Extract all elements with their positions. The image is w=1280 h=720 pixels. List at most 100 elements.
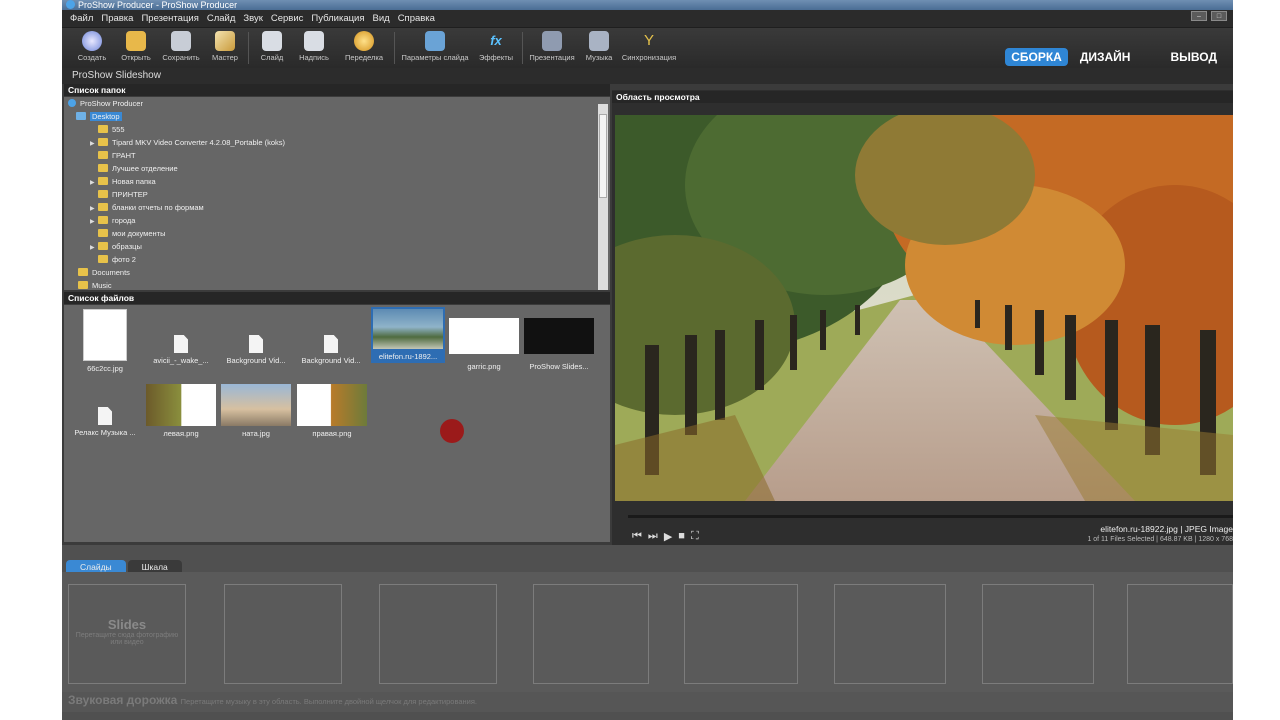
caption-label: Надпись <box>299 53 329 62</box>
maximize-icon[interactable]: □ <box>1211 11 1227 21</box>
preview-header: Область просмотра <box>612 91 1233 103</box>
menu-view[interactable]: Вид <box>373 13 390 24</box>
expand-arrow-icon[interactable]: ▶ <box>90 216 98 228</box>
toolbar-separator <box>248 32 249 64</box>
file-item[interactable]: Background Vid... <box>294 335 368 365</box>
app-window: ProShow Producer - ProShow Producer Файл… <box>62 0 1233 720</box>
file-item[interactable]: garric.png <box>447 318 521 371</box>
folder-item[interactable]: Documents <box>78 267 130 279</box>
folder-label: города <box>112 216 136 225</box>
show-options-button[interactable]: Презентация <box>528 31 576 62</box>
fullscreen-icon[interactable]: ⛶ <box>691 530 699 543</box>
preview-timeline-slider[interactable] <box>628 515 1233 518</box>
file-item[interactable]: Релакс Музыка ... <box>68 407 142 437</box>
open-label: Открыть <box>121 53 151 62</box>
window-controls: – □ <box>1191 11 1227 21</box>
expand-arrow-icon[interactable]: ▶ <box>90 177 98 189</box>
file-thumbnail <box>221 384 291 426</box>
folder-item[interactable]: ▶ бланки отчеты по формам <box>90 202 204 214</box>
soundtrack-title: Звуковая дорожка <box>68 693 178 707</box>
folder-label: Новая папка <box>112 177 156 186</box>
soundtrack-area[interactable]: Звуковая дорожка Перетащите музыку в эту… <box>62 692 1233 712</box>
folder-scrollbar[interactable] <box>598 104 608 290</box>
play-icon[interactable]: ▶ <box>664 530 672 543</box>
toolbar-separator <box>522 32 523 64</box>
file-label: ProShow Slides... <box>529 362 589 371</box>
save-button[interactable]: Сохранить <box>160 31 202 62</box>
folder-item[interactable]: ▶ Новая папка <box>90 176 156 188</box>
mode-publish-button[interactable]: ВЫВОД <box>1164 48 1223 66</box>
mode-build-button[interactable]: СБОРКА <box>1005 48 1068 66</box>
menu-slide[interactable]: Слайд <box>207 13 236 24</box>
folder-item[interactable]: ▶ города <box>90 215 135 227</box>
skip-back-icon[interactable]: ⏮ <box>632 530 642 543</box>
slide-slot[interactable] <box>1127 584 1233 684</box>
add-slide-button[interactable]: Слайд <box>256 31 288 62</box>
slide-slot[interactable] <box>982 584 1094 684</box>
file-item[interactable]: ната.jpg <box>219 384 293 438</box>
file-item[interactable]: левая.png <box>144 384 218 438</box>
slide-slot[interactable] <box>224 584 342 684</box>
file-item[interactable]: правая.png <box>295 384 369 438</box>
file-label: Релакс Музыка ... <box>74 428 136 437</box>
folder-item[interactable]: ПРИНТЕР <box>90 189 148 201</box>
menu-audio[interactable]: Звук <box>243 13 262 24</box>
transition-button[interactable]: Переделка <box>342 31 386 62</box>
slide-slot[interactable] <box>684 584 798 684</box>
folder-label: Desktop <box>90 112 122 121</box>
music-button[interactable]: Музыка <box>584 31 614 62</box>
folder-item[interactable]: Music <box>78 280 112 290</box>
menu-edit[interactable]: Правка <box>101 13 133 24</box>
menu-tools[interactable]: Сервис <box>271 13 304 24</box>
folder-open-icon <box>126 31 146 51</box>
folder-label: Лучшее отделение <box>112 164 178 173</box>
slide-slot[interactable] <box>834 584 946 684</box>
expand-arrow-icon[interactable]: ▶ <box>90 138 98 150</box>
slide-options-button[interactable]: Параметры слайда <box>400 31 470 62</box>
mode-design-button[interactable]: ДИЗАЙН <box>1074 48 1137 66</box>
slide-slot[interactable] <box>533 584 649 684</box>
folder-desktop[interactable]: Desktop <box>76 111 122 123</box>
folder-item[interactable]: фото 2 <box>90 254 136 266</box>
caption-button[interactable]: Надпись <box>296 31 332 62</box>
create-button[interactable]: Создать <box>74 31 110 62</box>
menu-file[interactable]: Файл <box>70 13 93 24</box>
folder-label: образцы <box>112 242 142 251</box>
skip-forward-icon[interactable]: ⏭ <box>648 530 658 543</box>
file-thumbnail <box>524 318 594 354</box>
file-item[interactable]: avicii_-_wake_... <box>144 335 218 365</box>
menu-publish[interactable]: Публикация <box>311 13 364 24</box>
file-item[interactable]: 66c2cc.jpg <box>68 309 142 373</box>
folder-item[interactable]: ▶ Tipard MKV Video Converter 4.2.08_Porta… <box>90 137 285 149</box>
menu-show[interactable]: Презентация <box>141 13 198 24</box>
folder-icon <box>98 177 108 185</box>
slide-slot[interactable] <box>379 584 497 684</box>
slide-slot-empty[interactable]: Slides Перетащите сюда фотографию или ви… <box>68 584 186 684</box>
scrollbar-thumb[interactable] <box>599 114 607 198</box>
file-thumbnail <box>83 309 127 361</box>
sync-button[interactable]: Y Синхронизация <box>620 31 678 62</box>
file-label: garric.png <box>467 362 501 371</box>
folder-item[interactable]: мои документы <box>90 228 165 240</box>
wizard-button[interactable]: Мастер <box>208 31 242 62</box>
caption-icon <box>304 31 324 51</box>
minimize-icon[interactable]: – <box>1191 11 1207 21</box>
folder-item[interactable]: ▶ образцы <box>90 241 142 253</box>
show-label: Презентация <box>529 53 575 62</box>
stop-icon[interactable]: ■ <box>678 530 685 543</box>
file-list-header: Список файлов <box>64 292 610 304</box>
file-item[interactable]: Background Vid... <box>219 335 293 365</box>
folder-item[interactable]: Лучшее отделение <box>90 163 178 175</box>
expand-arrow-icon[interactable]: ▶ <box>90 242 98 254</box>
menu-help[interactable]: Справка <box>398 13 435 24</box>
folder-item[interactable]: ГРАНТ <box>90 150 136 162</box>
folder-item[interactable]: 555 <box>90 124 125 136</box>
effects-button[interactable]: fx Эффекты <box>478 31 514 62</box>
file-item-selected[interactable]: elitefon.ru-1892... <box>371 307 445 363</box>
effects-label: Эффекты <box>478 53 514 62</box>
file-item[interactable]: ProShow Slides... <box>522 318 596 371</box>
window-title: ProShow Producer - ProShow Producer <box>78 0 238 10</box>
folder-root[interactable]: ProShow Producer <box>68 98 143 110</box>
expand-arrow-icon[interactable]: ▶ <box>90 203 98 215</box>
open-button[interactable]: Открыть <box>118 31 154 62</box>
